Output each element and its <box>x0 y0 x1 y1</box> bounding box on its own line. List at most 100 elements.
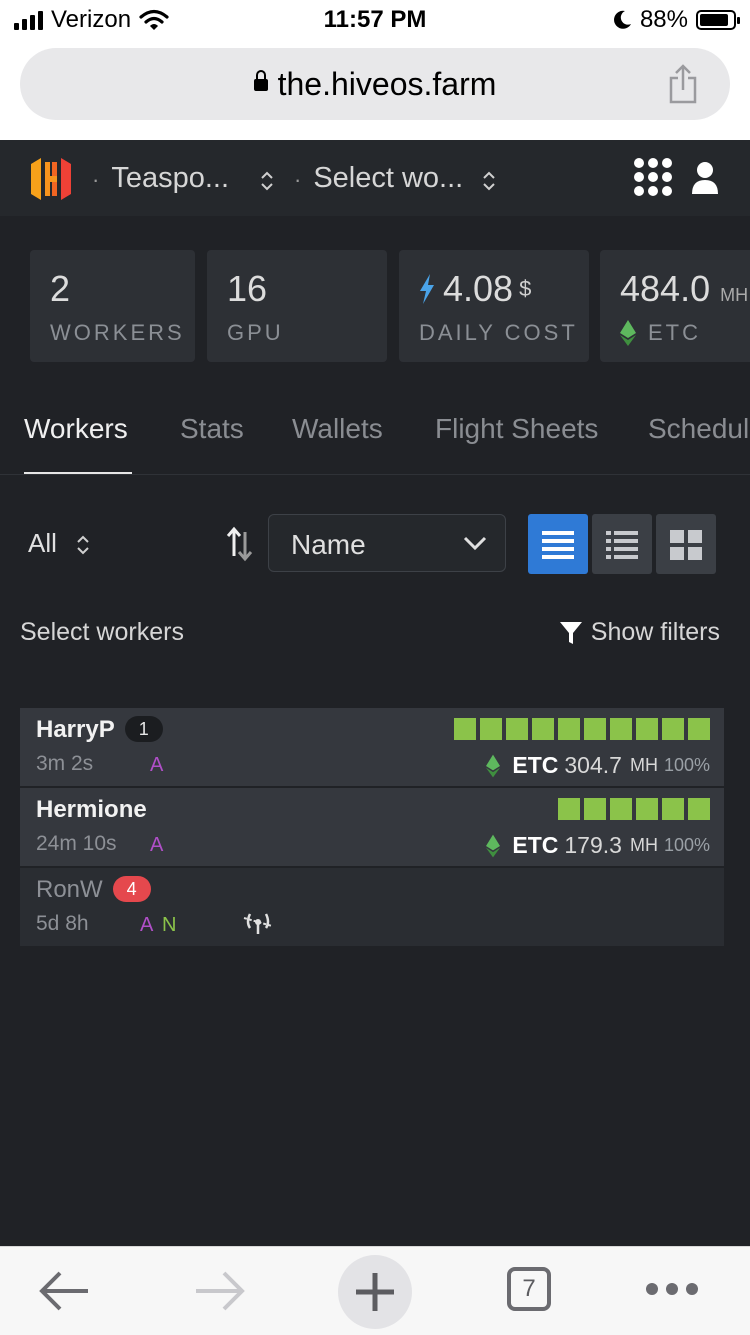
gpu-status-square <box>454 718 476 740</box>
browser-address-area: the.hiveos.farm <box>0 40 750 140</box>
worker-percent: 100% <box>663 755 710 775</box>
worker-percent: 100% <box>663 835 710 855</box>
farm-updown-icon[interactable] <box>260 170 274 192</box>
address-bar[interactable]: the.hiveos.farm <box>20 48 730 120</box>
tab-divider <box>0 474 750 475</box>
flag-a: A <box>150 754 164 776</box>
worker-name: HarryP <box>36 716 115 743</box>
chevron-down-icon <box>463 536 487 551</box>
worker-hashrate-unit: MH <box>629 835 658 855</box>
offline-antenna-icon <box>243 913 273 934</box>
url-text: the.hiveos.farm <box>277 66 497 102</box>
daily-cost-unit: $ <box>519 276 532 301</box>
user-icon[interactable] <box>690 158 720 198</box>
active-tab-indicator <box>24 472 132 474</box>
flag-a: A <box>140 914 154 936</box>
tab-schedules[interactable]: Schedul <box>648 413 749 445</box>
worker-coin: ETC <box>512 752 559 778</box>
worker-row[interactable]: HarryP 1 3m 2s A ETC 304.7 MH 100% <box>20 708 724 786</box>
status-bar: Verizon 11:57 PM 88% <box>0 0 750 40</box>
show-filters-button[interactable]: Show filters <box>559 618 720 647</box>
gpu-status-square <box>532 718 554 740</box>
gpu-status-square <box>584 798 606 820</box>
gpu-status-square <box>636 718 658 740</box>
worker-badge: 1 <box>124 715 163 742</box>
stat-card-workers: 2 WORKERS <box>30 250 195 362</box>
gpu-status-square <box>636 798 658 820</box>
tabs-button[interactable]: 7 <box>507 1267 551 1311</box>
apps-grid-icon[interactable] <box>634 158 672 196</box>
gpu-status-square <box>662 718 684 740</box>
tab-wallets[interactable]: Wallets <box>292 413 383 445</box>
battery-percent: 88% <box>639 6 688 33</box>
worker-hashrate: ETC 179.3 MH 100% <box>486 832 710 859</box>
browser-toolbar: 7 <box>0 1246 750 1335</box>
worker-hashrate: ETC 304.7 MH 100% <box>486 752 710 779</box>
show-filters-label: Show filters <box>590 618 720 646</box>
worker-name: Hermione <box>36 796 147 823</box>
gpu-status-square <box>558 718 580 740</box>
tiles-icon <box>670 530 702 560</box>
select-workers-link[interactable]: Select workers <box>20 618 184 647</box>
gpu-status-square <box>610 798 632 820</box>
view-grid-button[interactable] <box>656 514 716 574</box>
share-icon[interactable] <box>666 64 700 104</box>
sort-by-select[interactable]: Name <box>268 514 506 572</box>
worker-hashrate-value: 304.7 <box>564 752 622 778</box>
hiveos-logo[interactable] <box>28 156 74 202</box>
view-list-button[interactable] <box>528 514 588 574</box>
more-icon[interactable] <box>644 1281 700 1297</box>
worker-uptime: 24m 10s <box>36 832 117 855</box>
filter-all-select[interactable]: All <box>28 528 90 559</box>
stat-card-daily-cost: 4.08 $ DAILY COST <box>399 250 589 362</box>
worker-row[interactable]: Hermione 24m 10s A ETC 179.3 MH 100% <box>20 788 724 866</box>
worker-hashrate-value: 179.3 <box>564 832 622 858</box>
flag-n: N <box>162 914 177 936</box>
gpu-status-square <box>688 798 710 820</box>
tab-stats[interactable]: Stats <box>180 413 244 445</box>
filter-icon <box>559 621 582 644</box>
gpu-status-square <box>610 718 632 740</box>
moon-icon <box>614 10 631 29</box>
workers-label: WORKERS <box>50 320 185 345</box>
farm-selector[interactable]: · Teaspo... <box>92 162 229 195</box>
stat-card-hashrate: 484.0 MH ETC <box>600 250 750 362</box>
gpu-status-square <box>688 718 710 740</box>
eth-icon <box>486 754 501 777</box>
plus-icon <box>356 1273 394 1311</box>
tab-workers[interactable]: Workers <box>24 413 128 445</box>
hashrate-unit: MH <box>720 285 749 305</box>
flag-a: A <box>150 834 164 856</box>
worker-row[interactable]: RonW 4 5d 8h A N <box>20 868 724 946</box>
list-icon <box>542 531 574 559</box>
worker-select-label: Select wo... <box>313 162 464 194</box>
worker-coin: ETC <box>512 832 559 858</box>
worker-uptime: 3m 2s <box>36 752 94 775</box>
lock-icon <box>253 69 268 91</box>
new-tab-button[interactable] <box>338 1255 412 1329</box>
gpu-label: GPU <box>227 320 284 345</box>
daily-cost-label: DAILY COST <box>419 320 578 345</box>
worker-hashrate-unit: MH <box>629 755 658 775</box>
hashrate-coin: ETC <box>648 320 701 345</box>
view-detailed-list-button[interactable] <box>592 514 652 574</box>
back-arrow-icon[interactable] <box>38 1269 92 1313</box>
sort-order-icon[interactable] <box>226 526 254 562</box>
app-header: · Teaspo... · Select wo... <box>0 140 750 216</box>
farm-name: Teaspo... <box>111 162 230 194</box>
workers-count: 2 <box>50 268 71 309</box>
stat-card-gpu: 16 GPU <box>207 250 387 362</box>
worker-updown-icon[interactable] <box>482 170 496 192</box>
forward-arrow-icon[interactable] <box>192 1269 246 1313</box>
gpu-status-square <box>662 798 684 820</box>
tab-flight-sheets[interactable]: Flight Sheets <box>435 413 598 445</box>
gpu-status-bars <box>454 718 710 740</box>
daily-cost-value: 4.08 <box>443 268 514 309</box>
hashrate-value: 484.0 <box>620 268 711 309</box>
bolt-icon <box>420 274 434 304</box>
gpu-status-square <box>584 718 606 740</box>
detailed-list-icon <box>606 531 638 559</box>
worker-name: RonW <box>36 876 103 903</box>
worker-selector[interactable]: · Select wo... <box>294 162 463 195</box>
worker-uptime: 5d 8h <box>36 912 89 935</box>
